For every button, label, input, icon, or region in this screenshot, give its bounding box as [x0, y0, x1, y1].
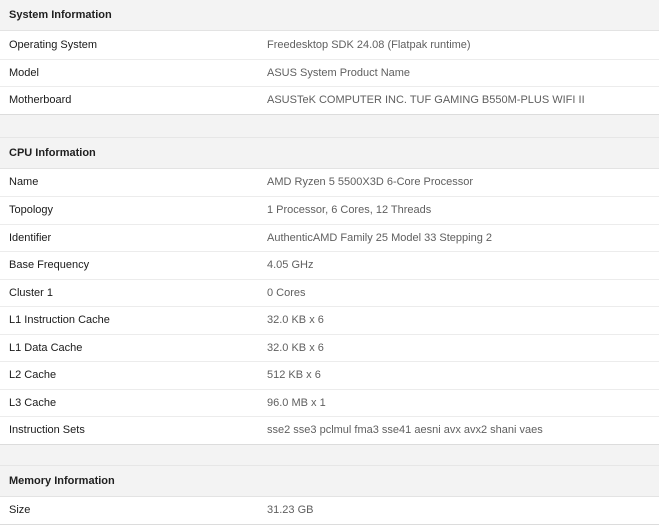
row-value: 31.23 GB [267, 504, 314, 517]
row-value: AuthenticAMD Family 25 Model 33 Stepping… [267, 231, 493, 244]
row-l1-instruction-cache: L1 Instruction Cache 32.0 KB x 6 [0, 306, 659, 334]
row-label: Instruction Sets [9, 424, 85, 437]
section-spacer [0, 114, 659, 137]
row-label: L2 Cache [9, 369, 57, 382]
row-cpu-name: Name AMD Ryzen 5 5500X3D 6-Core Processo… [0, 169, 659, 197]
row-value: 32.0 KB x 6 [267, 314, 324, 327]
row-label: Base Frequency [9, 259, 90, 272]
row-label: L1 Instruction Cache [9, 314, 110, 327]
row-label: Model [9, 66, 39, 79]
row-value: ASUSTeK COMPUTER INC. TUF GAMING B550M-P… [267, 94, 585, 107]
row-motherboard: Motherboard ASUSTeK COMPUTER INC. TUF GA… [0, 86, 659, 114]
memory-information-header: Memory Information [0, 465, 659, 497]
row-topology: Topology 1 Processor, 6 Cores, 12 Thread… [0, 196, 659, 224]
cpu-information-header: CPU Information [0, 137, 659, 169]
system-info-page: System Information Operating System Free… [0, 0, 659, 525]
row-model: Model ASUS System Product Name [0, 58, 659, 87]
row-label: L1 Data Cache [9, 341, 83, 354]
row-value: 96.0 MB x 1 [267, 396, 326, 409]
row-identifier: Identifier AuthenticAMD Family 25 Model … [0, 223, 659, 252]
row-base-frequency: Base Frequency 4.05 GHz [0, 251, 659, 279]
row-label: Motherboard [9, 94, 72, 107]
row-memory-size: Size 31.23 GB [0, 497, 659, 525]
system-information-header: System Information [0, 0, 659, 31]
row-cluster-1: Cluster 1 0 Cores [0, 278, 659, 307]
row-label: Operating System [9, 38, 98, 51]
cpu-information-section: CPU Information Name AMD Ryzen 5 5500X3D… [0, 136, 659, 445]
row-label: Name [9, 176, 39, 189]
row-l1-data-cache: L1 Data Cache 32.0 KB x 6 [0, 333, 659, 362]
system-information-section: System Information Operating System Free… [0, 0, 659, 115]
memory-information-section: Memory Information Size 31.23 GB [0, 464, 659, 525]
row-l3-cache: L3 Cache 96.0 MB x 1 [0, 388, 659, 417]
row-value: 0 Cores [267, 286, 306, 299]
row-value: 512 KB x 6 [267, 369, 321, 382]
row-label: Size [9, 504, 31, 517]
row-value: 32.0 KB x 6 [267, 341, 324, 354]
row-label: L3 Cache [9, 396, 57, 409]
row-label: Topology [9, 204, 54, 217]
row-instruction-sets: Instruction Sets sse2 sse3 pclmul fma3 s… [0, 416, 659, 444]
row-l2-cache: L2 Cache 512 KB x 6 [0, 361, 659, 389]
row-operating-system: Operating System Freedesktop SDK 24.08 (… [0, 31, 659, 59]
section-spacer [0, 444, 659, 465]
row-value: 1 Processor, 6 Cores, 12 Threads [267, 204, 432, 217]
row-value: ASUS System Product Name [267, 66, 411, 79]
row-value: sse2 sse3 pclmul fma3 sse41 aesni avx av… [267, 424, 543, 437]
row-value: Freedesktop SDK 24.08 (Flatpak runtime) [267, 38, 471, 51]
row-label: Cluster 1 [9, 286, 54, 299]
row-value: 4.05 GHz [267, 259, 314, 272]
row-value: AMD Ryzen 5 5500X3D 6-Core Processor [267, 176, 474, 189]
row-label: Identifier [9, 231, 52, 244]
